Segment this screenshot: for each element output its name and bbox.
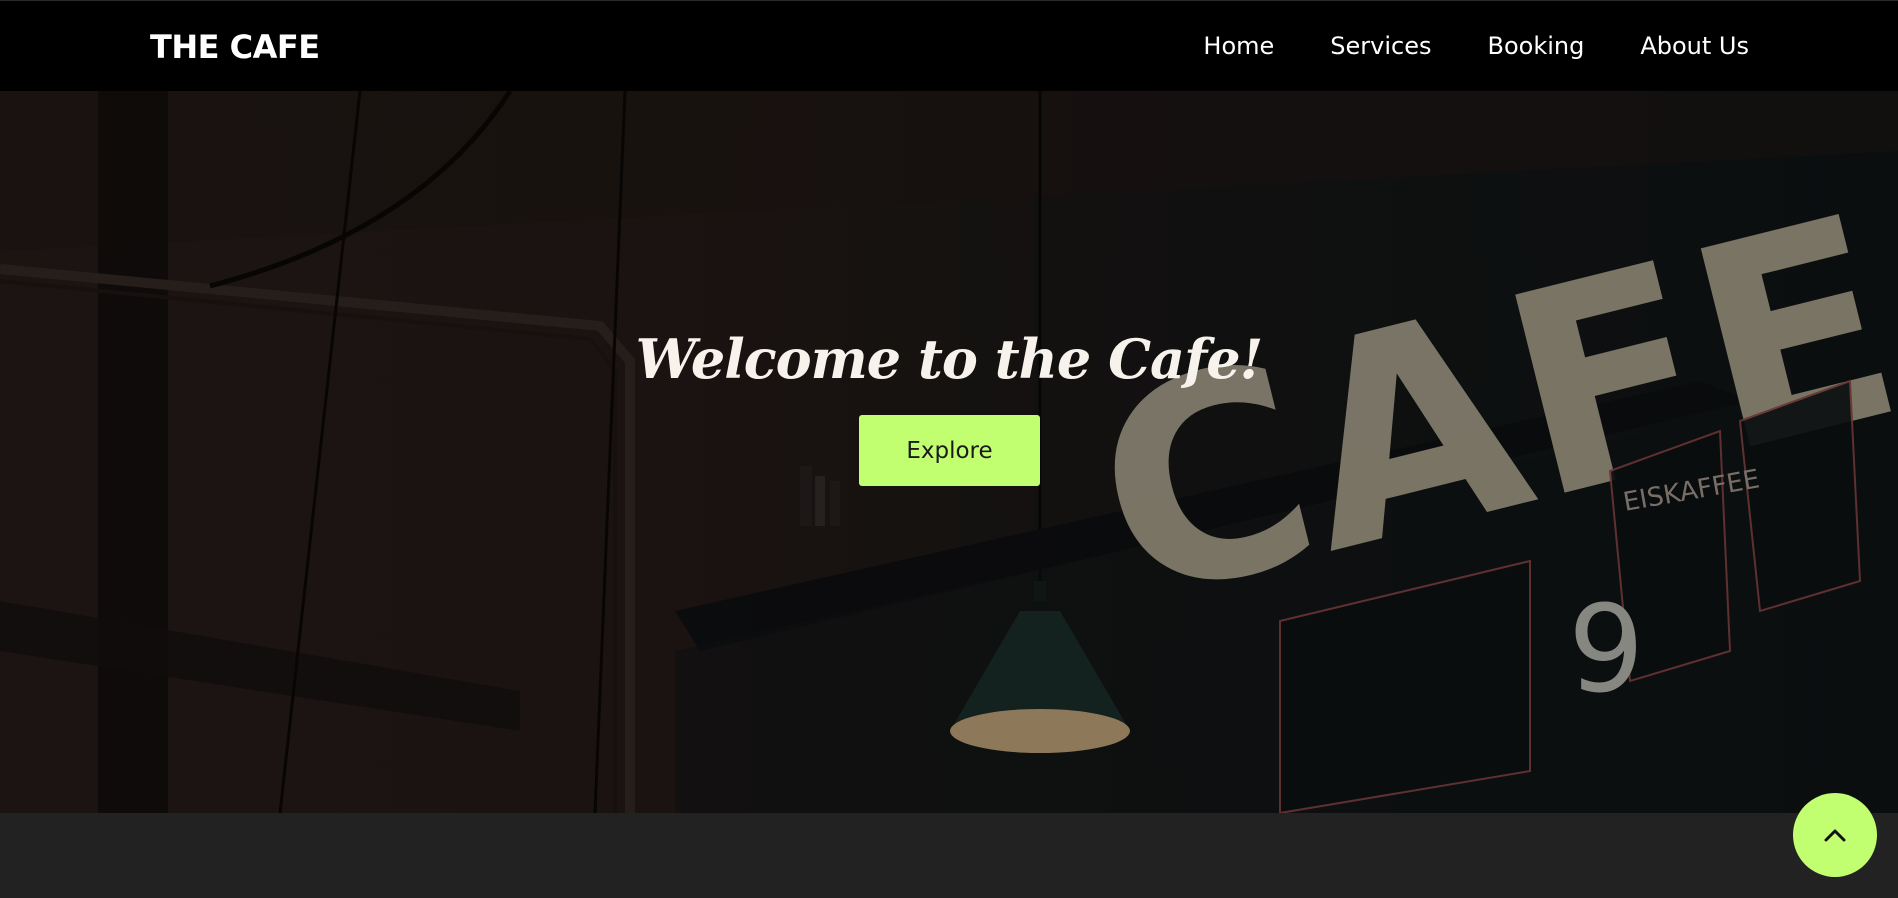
nav-links: Home Services Booking About Us (1203, 28, 1749, 64)
hero-section: CAFE EISKAFFEE 9 Welcome to the Cafe! Ex… (0, 91, 1898, 813)
hero-content: Welcome to the Cafe! (0, 324, 1898, 394)
nav-link-home[interactable]: Home (1203, 28, 1274, 64)
nav-link-services[interactable]: Services (1330, 28, 1431, 64)
nav-link-booking[interactable]: Booking (1488, 28, 1585, 64)
nav-link-about-us[interactable]: About Us (1640, 28, 1749, 64)
chevron-up-icon (1822, 826, 1848, 844)
explore-button[interactable]: Explore (859, 415, 1040, 486)
hero-title: Welcome to the Cafe! (635, 327, 1264, 391)
page: THE CAFE Home Services Booking About Us (0, 0, 1898, 898)
brand-logo[interactable]: THE CAFE (150, 25, 320, 69)
navbar: THE CAFE Home Services Booking About Us (0, 0, 1898, 91)
scroll-to-top-button[interactable] (1793, 793, 1877, 877)
content-section (0, 813, 1898, 898)
